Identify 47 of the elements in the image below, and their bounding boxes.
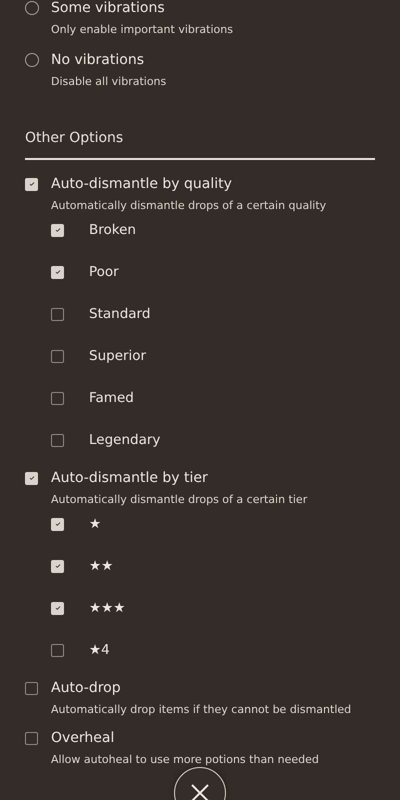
- option-description: Disable all vibrations: [51, 74, 168, 90]
- option-description: Automatically drop items if they cannot be dismantled: [51, 702, 352, 718]
- checkbox[interactable]: [51, 602, 64, 614]
- check-icon: [28, 180, 36, 188]
- checkbox[interactable]: [51, 518, 64, 530]
- checkbox[interactable]: [25, 682, 38, 694]
- option-description: Allow autoheal to use more potions than needed: [51, 752, 320, 768]
- option-description: Only enable important vibrations: [51, 22, 234, 38]
- checkbox[interactable]: [51, 224, 64, 236]
- check-icon: [28, 474, 36, 482]
- option-label: Standard: [89, 306, 150, 322]
- option-label: Auto-dismantle by quality: [51, 176, 232, 192]
- checkbox[interactable]: [51, 560, 64, 572]
- checkbox[interactable]: [25, 732, 38, 744]
- option-label: Auto-dismantle by tier: [51, 470, 208, 486]
- option-label: Some vibrations: [51, 0, 165, 16]
- checkbox[interactable]: [25, 178, 38, 190]
- check-icon: [54, 268, 62, 276]
- option-label: Auto-drop: [51, 680, 121, 696]
- option-label: Poor: [89, 264, 119, 280]
- option-label: ★4: [89, 642, 110, 658]
- option-label: Famed: [89, 390, 134, 406]
- checkbox[interactable]: [51, 434, 64, 446]
- checkbox[interactable]: [51, 350, 64, 362]
- section-heading: Other Options: [25, 129, 124, 148]
- check-icon: [54, 562, 62, 570]
- checkbox[interactable]: [51, 266, 64, 278]
- option-label: ★★: [89, 558, 114, 574]
- radio-button[interactable]: [25, 53, 39, 67]
- option-description: Automatically dismantle drops of a certain quality: [51, 198, 328, 214]
- option-label: ★★★: [89, 600, 126, 616]
- check-icon: [54, 520, 62, 528]
- close-icon: [191, 784, 209, 800]
- check-icon: [54, 226, 62, 234]
- option-label: Superior: [89, 348, 146, 364]
- option-label: Broken: [89, 222, 136, 238]
- option-label: No vibrations: [51, 52, 144, 68]
- checkbox[interactable]: [51, 644, 64, 656]
- checkbox[interactable]: [25, 472, 38, 484]
- checkbox[interactable]: [51, 308, 64, 320]
- checkbox[interactable]: [51, 392, 64, 404]
- check-icon: [54, 604, 62, 612]
- option-label: Overheal: [51, 730, 114, 746]
- option-description: Automatically dismantle drops of a certain tier: [51, 492, 308, 508]
- option-label: Legendary: [89, 432, 160, 448]
- option-label: ★: [89, 516, 102, 532]
- radio-button[interactable]: [25, 1, 39, 15]
